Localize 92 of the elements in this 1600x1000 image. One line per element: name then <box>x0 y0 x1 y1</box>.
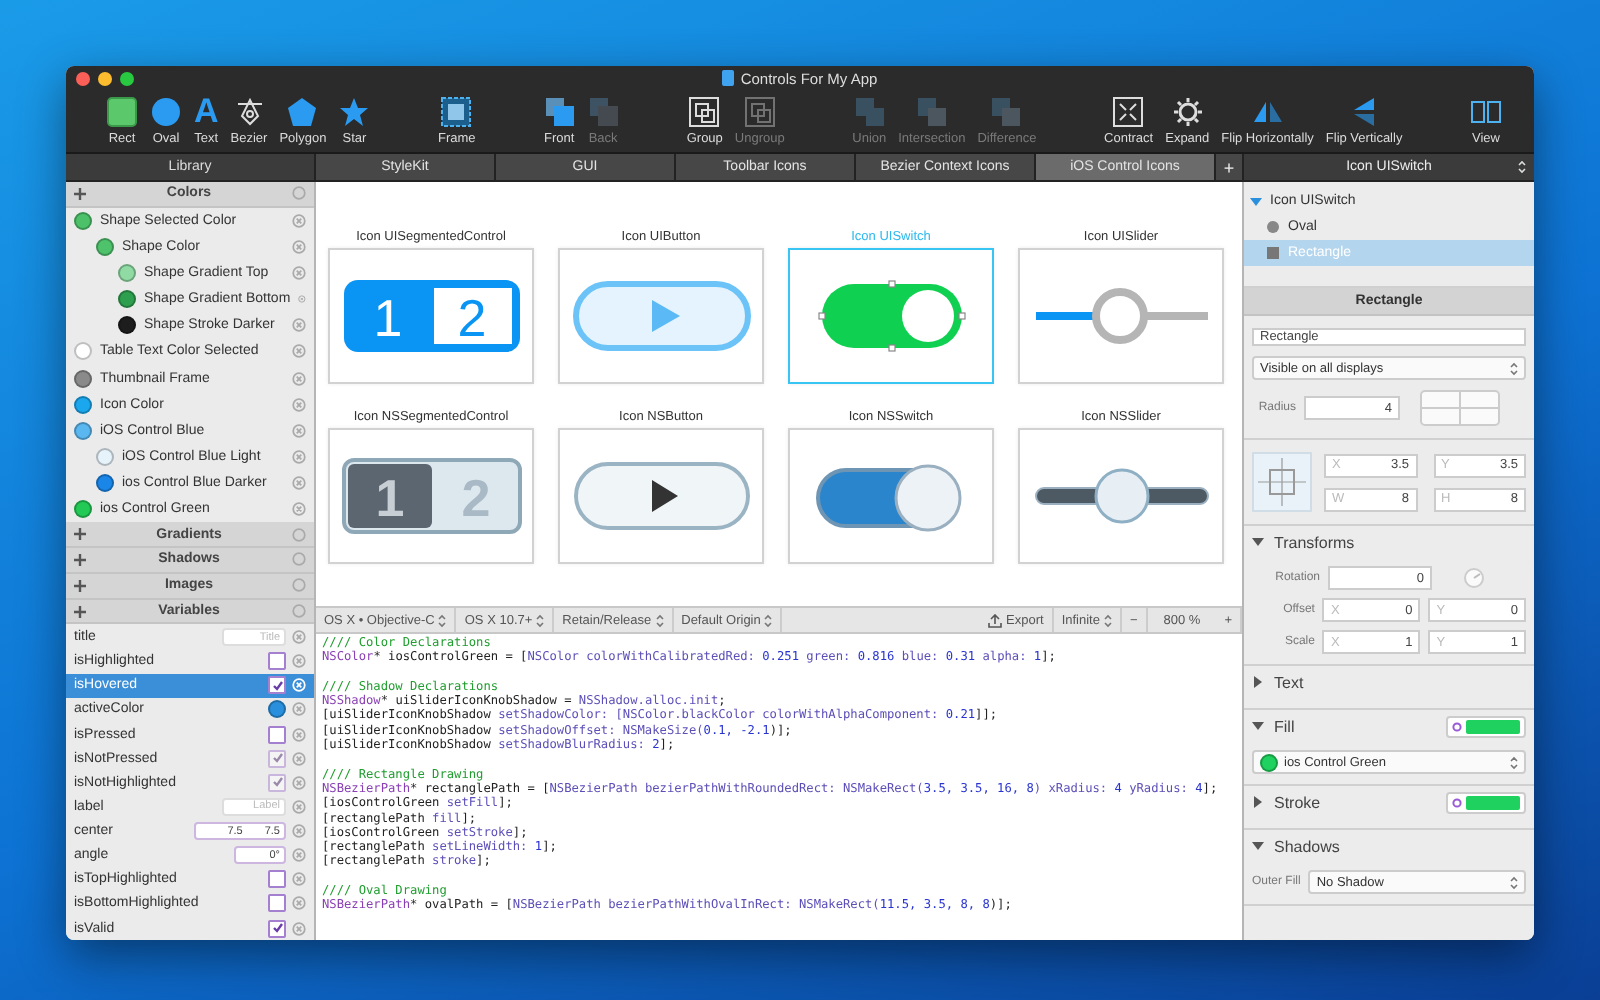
plus-icon[interactable] <box>74 528 86 541</box>
contract-icon <box>1112 96 1145 128</box>
pentagon-icon <box>286 96 319 128</box>
remove-icon[interactable] <box>292 397 306 412</box>
rectangle-icon <box>106 96 138 128</box>
chevron-icon <box>1510 755 1518 769</box>
export-icon <box>988 613 1003 627</box>
circle-icon[interactable] <box>292 527 306 542</box>
remove-icon[interactable] <box>292 213 306 228</box>
checkbox[interactable] <box>268 725 286 744</box>
remove-icon[interactable] <box>292 266 306 281</box>
remove-icon[interactable] <box>292 449 306 464</box>
circle-icon[interactable] <box>292 604 306 619</box>
checkbox[interactable] <box>268 652 286 671</box>
circle-icon[interactable] <box>292 186 306 201</box>
plus-icon[interactable] <box>74 187 86 200</box>
ungroup-icon <box>743 96 776 128</box>
position-anchor-icon[interactable] <box>1252 452 1312 512</box>
remove-icon[interactable] <box>292 654 306 669</box>
plus-icon[interactable] <box>74 579 86 592</box>
icon-card[interactable] <box>1018 428 1224 564</box>
section-title: Fill <box>1274 717 1297 735</box>
circle-icon[interactable] <box>292 578 306 593</box>
section-title: Transforms <box>1274 533 1357 551</box>
pen-icon <box>233 96 265 128</box>
section-title: Shadows <box>1274 837 1342 855</box>
triangle-icon[interactable] <box>1252 720 1264 732</box>
triangle-icon[interactable] <box>1252 840 1264 852</box>
view-icon <box>1469 96 1502 128</box>
add-tab-button[interactable]: + <box>1216 154 1244 180</box>
text-tool-icon: A <box>194 96 219 128</box>
checkbox[interactable] <box>268 870 286 889</box>
remove-icon[interactable] <box>292 423 306 438</box>
union-icon <box>853 96 886 128</box>
remove-icon[interactable] <box>292 921 306 936</box>
minimize-button[interactable] <box>98 71 112 85</box>
remove-icon[interactable] <box>292 371 306 386</box>
close-button[interactable] <box>76 71 90 85</box>
bring-front-icon <box>543 96 576 128</box>
gear-icon <box>1171 96 1204 128</box>
checkbox[interactable] <box>268 919 286 938</box>
remove-icon[interactable] <box>292 475 306 490</box>
star-icon <box>338 96 371 128</box>
intersection-icon <box>915 96 948 128</box>
oval-icon <box>1266 220 1280 234</box>
remove-icon[interactable] <box>292 896 306 911</box>
send-back-icon <box>587 96 620 128</box>
rotation-dial-icon[interactable] <box>1464 568 1484 588</box>
circle-icon <box>150 96 182 128</box>
frame-icon <box>440 96 473 128</box>
chevron-icon <box>1510 875 1518 889</box>
circle-icon[interactable] <box>292 552 306 567</box>
zoom-button[interactable] <box>120 71 134 85</box>
icon-card[interactable] <box>788 428 994 564</box>
section-title: Text <box>1274 673 1306 691</box>
remove-icon[interactable] <box>292 344 306 359</box>
triangle-icon[interactable] <box>1252 676 1264 688</box>
group-icon <box>688 96 721 128</box>
remove-icon[interactable] <box>292 727 306 742</box>
remove-icon[interactable] <box>292 872 306 887</box>
color-swatch[interactable] <box>1446 791 1526 813</box>
checkbox[interactable] <box>268 676 286 695</box>
remove-icon[interactable] <box>292 318 306 333</box>
plus-icon[interactable] <box>74 605 86 618</box>
remove-icon[interactable] <box>292 630 306 645</box>
triangle-icon[interactable] <box>1252 536 1264 548</box>
remove-icon[interactable] <box>292 702 306 717</box>
chevron-icon <box>655 613 664 627</box>
stepper-icon[interactable] <box>1518 160 1526 174</box>
chevron-icon <box>438 613 447 627</box>
section-title: Stroke <box>1274 793 1323 811</box>
rectangle-icon <box>1266 246 1280 260</box>
chevron-icon <box>764 613 773 627</box>
chevron-icon <box>536 613 545 627</box>
remove-icon[interactable] <box>292 502 306 517</box>
checkbox[interactable] <box>268 894 286 913</box>
remove-icon[interactable] <box>292 239 306 254</box>
difference-icon <box>990 96 1023 128</box>
document-icon <box>722 70 735 86</box>
segmented-control-drawing: 1 2 <box>341 276 521 356</box>
triangle-icon[interactable] <box>1250 195 1262 207</box>
remove-icon[interactable] <box>292 848 306 863</box>
chevron-icon <box>1103 613 1112 627</box>
triangle-icon[interactable] <box>1252 796 1264 808</box>
chevron-icon <box>1510 361 1518 375</box>
remove-icon[interactable] <box>292 824 306 839</box>
remove-icon[interactable] <box>298 292 306 307</box>
color-swatch[interactable] <box>1446 715 1526 737</box>
remove-icon[interactable] <box>292 799 306 814</box>
color-dot[interactable] <box>268 700 286 719</box>
corner-grid-icon[interactable] <box>1420 390 1500 426</box>
plus-icon[interactable] <box>74 553 86 566</box>
